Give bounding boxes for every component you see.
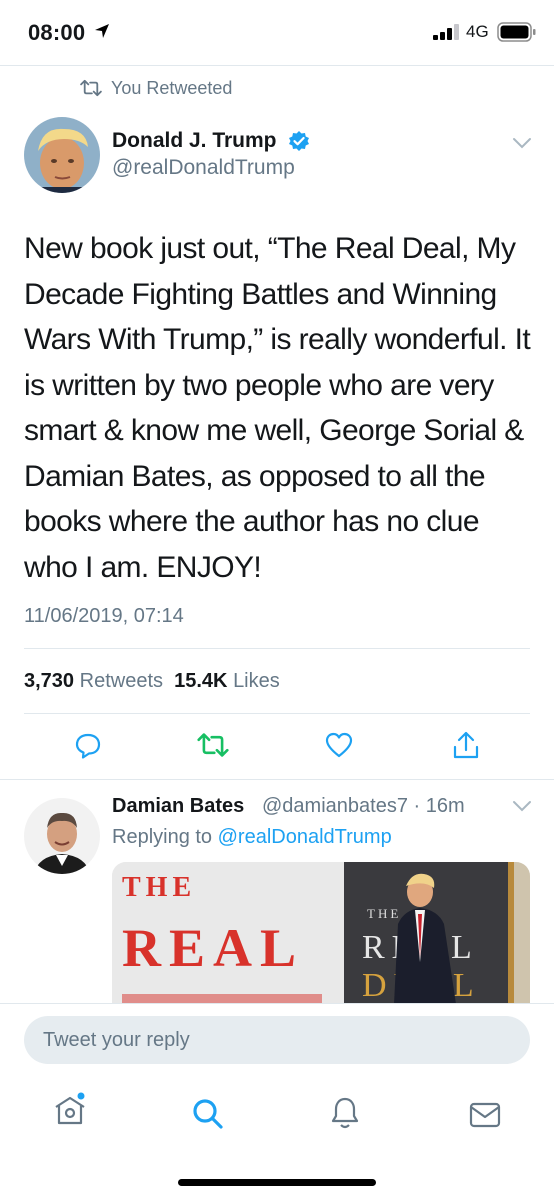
- divider: [24, 648, 530, 649]
- battery-icon: [497, 22, 537, 42]
- retweet-count[interactable]: 3,730: [24, 670, 74, 692]
- book-title-the: THE: [122, 872, 196, 903]
- engagement-counts: 3,730 Retweets 15.4K Likes: [24, 670, 280, 693]
- heart-icon[interactable]: [325, 732, 353, 758]
- book-title-real: REAL: [122, 918, 304, 978]
- status-bar: 08:00 4G: [0, 0, 554, 66]
- divider: [0, 779, 554, 780]
- retweet-action-icon[interactable]: [197, 732, 229, 758]
- author-avatar[interactable]: [24, 117, 100, 193]
- divider: [24, 713, 530, 714]
- author-name[interactable]: Donald J. Trump: [112, 129, 277, 153]
- bell-icon[interactable]: [330, 1096, 360, 1130]
- reply-input-placeholder[interactable]: Tweet your reply: [43, 1029, 190, 1052]
- reply-author-name[interactable]: Damian Bates: [112, 795, 244, 818]
- replying-to: Replying to @realDonaldTrump: [112, 826, 392, 849]
- status-time: 08:00: [28, 20, 86, 45]
- verified-badge-icon: [288, 130, 310, 152]
- retweet-icon: [80, 79, 102, 97]
- reply-author-avatar[interactable]: [24, 798, 100, 874]
- reply-media-image[interactable]: THE REAL THE REAL DEAL: [112, 862, 530, 1004]
- share-icon[interactable]: [452, 730, 480, 760]
- reply-icon[interactable]: [74, 732, 102, 760]
- cover-the: THE: [367, 906, 401, 921]
- location-arrow-icon: [94, 23, 110, 39]
- reply-author-handle[interactable]: @damianbates7 · 16m: [262, 795, 465, 818]
- retweet-context-label: You Retweeted: [111, 78, 233, 98]
- replying-prefix: Replying to: [112, 826, 213, 848]
- divider: [0, 1003, 554, 1004]
- chevron-down-icon[interactable]: [512, 800, 532, 812]
- like-count[interactable]: 15.4K: [174, 670, 227, 692]
- status-divider: [0, 65, 554, 66]
- home-indicator: [178, 1179, 376, 1186]
- chevron-down-icon[interactable]: [512, 137, 532, 149]
- network-type: 4G: [466, 22, 489, 41]
- author-handle[interactable]: @realDonaldTrump: [112, 156, 295, 180]
- signal-bars-icon: [433, 24, 463, 40]
- tweet-timestamp: 11/06/2019, 07:14: [24, 605, 184, 627]
- mail-icon[interactable]: [469, 1102, 501, 1128]
- replying-mention[interactable]: @realDonaldTrump: [218, 826, 392, 848]
- search-icon[interactable]: [192, 1098, 224, 1130]
- tweet-text: New book just out, “The Real Deal, My De…: [24, 232, 531, 584]
- like-count-label[interactable]: Likes: [233, 670, 280, 692]
- retweet-count-label[interactable]: Retweets: [80, 670, 163, 692]
- home-icon[interactable]: [53, 1092, 87, 1128]
